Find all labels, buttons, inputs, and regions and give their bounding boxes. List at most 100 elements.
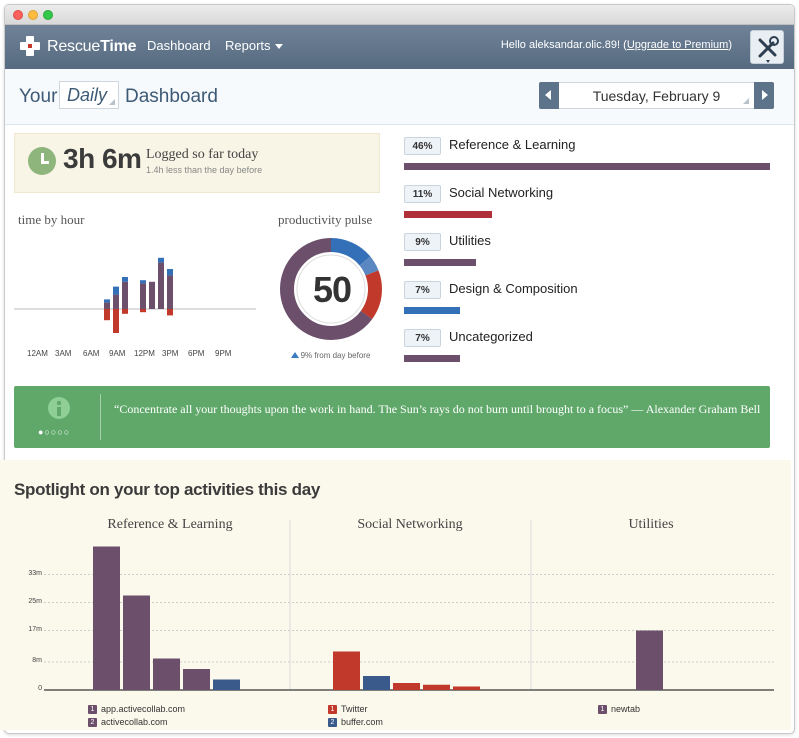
category-name[interactable]: Design & Composition [449, 281, 578, 296]
time-by-hour-chart[interactable] [14, 226, 260, 348]
category-row[interactable]: 9% Utilities [404, 233, 774, 273]
close-window-button[interactable] [13, 10, 23, 20]
legend-label: app.activecollab.com [101, 704, 186, 714]
your-label: Your [19, 86, 58, 107]
hour-axis-label: 9PM [215, 349, 232, 358]
hour-bar-productive[interactable] [167, 275, 173, 309]
hour-bar-productive[interactable] [113, 294, 119, 309]
hour-bar-distracting[interactable] [167, 309, 173, 316]
hour-bar-productive[interactable] [104, 302, 110, 309]
productivity-pulse-value: 50 [312, 269, 352, 310]
hour-axis-label: 6PM [188, 349, 205, 358]
spotlight-bar[interactable] [636, 630, 663, 691]
hour-bar-productive[interactable] [149, 281, 155, 309]
legend-label: buffer.com [341, 717, 383, 727]
category-row[interactable]: 7% Design & Composition [404, 281, 774, 321]
rescuetime-logo-icon[interactable] [17, 33, 43, 59]
y-axis-tick-label: 8m [32, 657, 42, 664]
legend-item[interactable]: 1 newtab [598, 704, 640, 714]
minimize-window-button[interactable] [28, 10, 38, 20]
category-bar [404, 211, 492, 218]
hour-axis-label: 3PM [162, 349, 179, 358]
chevron-down-icon [274, 44, 283, 50]
period-dropdown[interactable]: Daily [59, 81, 119, 109]
category-name[interactable]: Reference & Learning [449, 137, 575, 152]
legend-label: newtab [611, 704, 641, 714]
brand-name[interactable]: RescueTime [47, 38, 137, 56]
spotlight-bar[interactable] [213, 679, 240, 691]
legend-item[interactable]: 1 app.activecollab.com [88, 704, 185, 714]
quote-text: “Concentrate all your thoughts upon the … [114, 402, 761, 416]
zoom-window-button[interactable] [43, 10, 53, 20]
category-bar [404, 307, 460, 314]
dashboard-header: Your Daily Dashboard Tuesday, February 9 [5, 69, 794, 125]
hour-bar-very-productive[interactable] [122, 277, 128, 282]
productivity-pulse-title: productivity pulse [278, 212, 373, 227]
y-axis-tick-label: 25m [28, 597, 42, 605]
hour-bar-distracting[interactable] [113, 309, 119, 333]
spotlight-bar[interactable] [453, 686, 480, 691]
legend-item[interactable]: 2 activecollab.com [88, 717, 168, 727]
info-icon [48, 397, 70, 419]
hour-bar-very-productive[interactable] [104, 299, 110, 303]
spotlight-bar[interactable] [333, 651, 360, 691]
category-row[interactable]: 7% Uncategorized [404, 329, 774, 369]
category-row[interactable]: 11% Social Networking [404, 185, 774, 225]
legend-item[interactable]: 1 Twitter [328, 704, 368, 714]
dropdown-corner-icon [743, 98, 749, 104]
category-name[interactable]: Uncategorized [449, 329, 533, 344]
category-name[interactable]: Social Networking [449, 185, 553, 200]
quote-banner: ●○○○○ “Concentrate all your thoughts upo… [14, 386, 770, 448]
top-nav: RescueTime Dashboard Reports Hello aleks… [5, 25, 794, 69]
category-name[interactable]: Utilities [449, 233, 491, 248]
hour-bar-productive[interactable] [122, 281, 128, 309]
hour-bar-very-productive[interactable] [140, 280, 146, 284]
legend-number-badge: 2 [88, 718, 97, 727]
spotlight-bar[interactable] [393, 683, 420, 690]
hour-bar-very-productive[interactable] [158, 257, 164, 263]
y-axis-tick-label: 17m [28, 625, 42, 633]
logged-time-value: 3h 6m [63, 143, 142, 174]
spotlight-title: Spotlight on your top activities this da… [14, 480, 321, 499]
user-greeting: Hello aleksandar.olic.89! (Upgrade to Pr… [500, 39, 732, 51]
spotlight-chart[interactable] [44, 515, 774, 697]
spotlight-bar[interactable] [423, 684, 450, 690]
spotlight-bar[interactable] [363, 676, 390, 690]
category-percent-badge: 7% [404, 281, 441, 299]
hour-bar-distracting[interactable] [104, 309, 110, 321]
hour-bar-distracting[interactable] [140, 309, 146, 313]
next-day-button[interactable] [754, 82, 774, 109]
dashboard-label: Dashboard [125, 86, 218, 107]
hour-bar-very-productive[interactable] [167, 269, 173, 276]
quote-pager-dots[interactable]: ●○○○○ [38, 427, 70, 437]
spotlight-bar[interactable] [93, 546, 120, 691]
legend-number-badge: 1 [328, 705, 337, 714]
hour-bar-distracting[interactable] [122, 309, 128, 314]
legend-number-badge: 1 [88, 705, 97, 714]
upgrade-link[interactable]: Upgrade to Premium [627, 39, 729, 51]
tools-icon [758, 36, 779, 63]
legend-item[interactable]: 2 buffer.com [328, 717, 383, 727]
dropdown-corner-icon [109, 99, 115, 105]
productivity-pulse-change: 9% from day before [278, 351, 383, 360]
hour-bar-very-productive[interactable] [113, 286, 119, 295]
settings-tools-button[interactable] [750, 30, 784, 64]
category-row[interactable]: 46% Reference & Learning [404, 137, 774, 177]
nav-dashboard[interactable]: Dashboard [147, 38, 211, 53]
hour-axis-label: 6AM [83, 349, 100, 358]
spotlight-bar[interactable] [153, 658, 180, 691]
spotlight-bar[interactable] [183, 669, 210, 690]
category-bar [404, 259, 476, 266]
category-percent-badge: 9% [404, 233, 441, 251]
legend-number-badge: 1 [598, 705, 607, 714]
clock-icon [28, 147, 56, 175]
date-selector[interactable]: Tuesday, February 9 [559, 82, 754, 109]
hour-bar-productive[interactable] [140, 283, 146, 309]
nav-reports[interactable]: Reports [225, 38, 283, 53]
hour-bar-productive[interactable] [158, 262, 164, 309]
y-axis-tick-label: 33m [28, 569, 42, 577]
spotlight-bar[interactable] [123, 595, 150, 691]
previous-day-button[interactable] [539, 82, 559, 109]
quote-divider [100, 394, 101, 440]
category-percent-badge: 11% [404, 185, 441, 203]
